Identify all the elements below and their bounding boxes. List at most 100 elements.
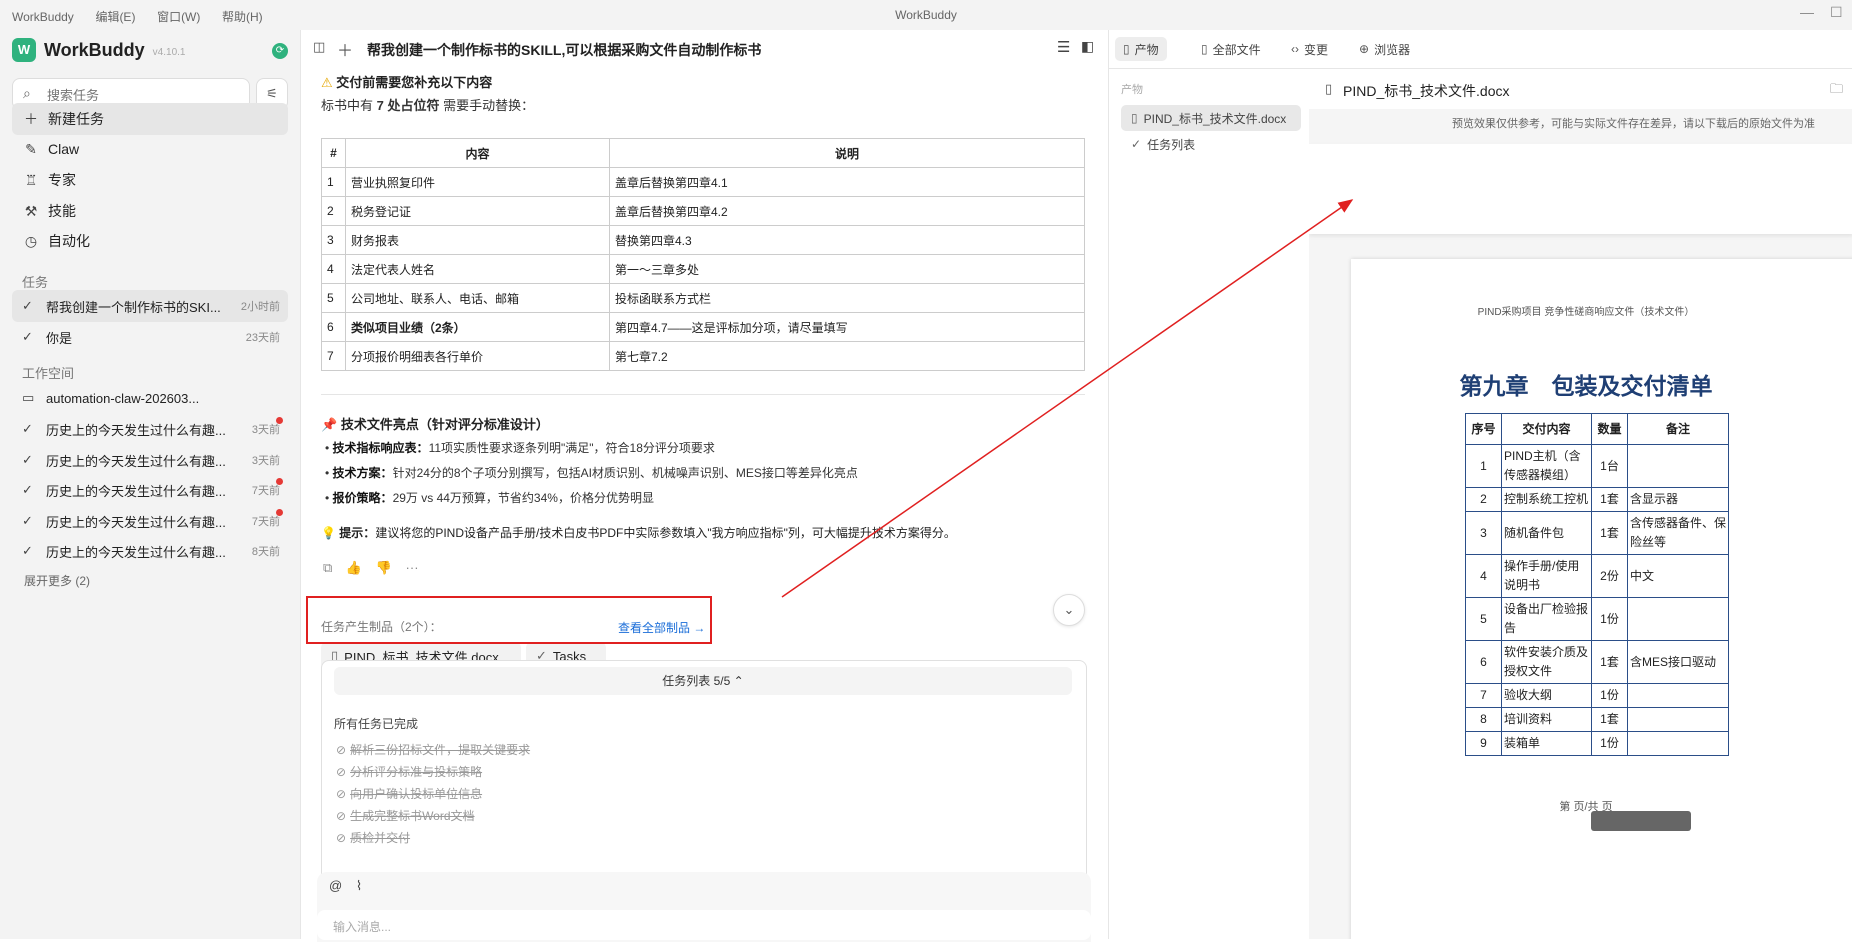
table-header: 交付内容: [1501, 413, 1592, 445]
document-icon: ▯: [1131, 111, 1138, 125]
expand-more-link[interactable]: 展开更多 (2): [24, 572, 90, 589]
scroll-down-button[interactable]: ⌄: [1053, 594, 1085, 626]
document-page: PIND采购项目 竞争性磋商响应文件（技术文件） 第九章 包装及交付清单 序号 …: [1351, 259, 1852, 939]
note-count: 7 处占位符: [376, 98, 440, 113]
plus-icon: ＋: [24, 111, 38, 127]
subtask-item: ⊘ 解析三份招标文件，提取关键要求: [336, 741, 530, 758]
highlights-heading: 📌 技术文件亮点（针对评分标准设计）: [321, 414, 549, 433]
task-list-header[interactable]: 任务列表 5/5 ⌃: [334, 667, 1072, 695]
thumbs-down-icon[interactable]: 👎: [376, 560, 392, 575]
minimize-button[interactable]: —: [1800, 4, 1814, 20]
tab-all-files[interactable]: ▯ 全部文件: [1193, 37, 1269, 61]
app-name: WorkBuddy: [44, 39, 145, 60]
nav-label: Claw: [48, 141, 80, 157]
view-all-artifacts-link[interactable]: 查看全部制品 →: [618, 619, 705, 636]
lightbulb-icon: 💡: [321, 526, 336, 540]
layout-panel-icon[interactable]: ◧: [1081, 38, 1094, 55]
tab-changes[interactable]: ‹› 变更: [1283, 37, 1336, 61]
artifact-item-tasks[interactable]: ✓ 任务列表: [1121, 131, 1301, 157]
subtask-text: 分析评分标准与投标策略: [350, 765, 483, 779]
check-circle-icon: ⊘: [336, 809, 347, 823]
table-cell: 含MES接口驱动: [1627, 640, 1729, 684]
unread-dot: [276, 478, 283, 485]
check-icon: ✓: [22, 298, 33, 313]
nav-label: 新建任务: [48, 111, 104, 127]
app-logo: W: [12, 38, 36, 62]
toggle-sidebar-icon[interactable]: ◫: [313, 39, 325, 55]
table-cell: 1份: [1591, 683, 1628, 708]
warning-icon: ⚠: [321, 75, 333, 90]
subtask-item: ⊘ 分析评分标准与投标策略: [336, 763, 482, 780]
task-title: 历史上的今天发生过什么有趣...: [46, 483, 226, 499]
tab-artifacts[interactable]: ▯ 产物: [1115, 37, 1167, 61]
copy-icon[interactable]: ⧉: [323, 560, 332, 575]
mention-icon[interactable]: @: [329, 878, 342, 893]
nav-label: 专家: [48, 172, 76, 188]
placeholder-note: 标书中有 7 处占位符 需要手动替换：: [321, 95, 534, 114]
task-title: 你是: [46, 330, 73, 346]
preview-header: ▯ PIND_标书_技术文件.docx 🗀: [1309, 69, 1852, 109]
page-number: 第 页/共 页: [1559, 801, 1613, 813]
attachment-icon[interactable]: ⌇: [356, 878, 362, 893]
check-icon: ✓: [22, 421, 33, 436]
message-input[interactable]: 输入消息...: [317, 910, 1091, 940]
table-cell: 5: [321, 283, 346, 313]
table-cell: 含传感器备件、保险丝等: [1627, 511, 1729, 555]
table-cell: [1627, 683, 1729, 708]
nav-skill[interactable]: ⚒ 技能: [12, 195, 288, 227]
workspace-task-item[interactable]: ✓ 历史上的今天发生过什么有趣... 7天前: [12, 474, 288, 506]
artifact-item-docx[interactable]: ▯ PIND_标书_技术文件.docx: [1121, 105, 1301, 131]
maximize-button[interactable]: ☐: [1830, 4, 1843, 21]
table-row: 4 法定代表人姓名 第一～三章多处: [321, 254, 1085, 284]
workspace-folder[interactable]: ▭ automation-claw-202603...: [12, 382, 288, 414]
workspace-task-item[interactable]: ✓ 历史上的今天发生过什么有趣... 3天前: [12, 413, 288, 445]
table-cell: 法定代表人姓名: [345, 254, 610, 284]
nav-automation[interactable]: ◷ 自动化: [12, 225, 288, 257]
delivery-table: 序号 交付内容 数量 备注 1 PIND主机（含传感器模组） 1台 2 控制系统工控机…: [1465, 413, 1729, 756]
task-time: 3天前: [251, 455, 280, 467]
task-list-title: 任务列表 5/5: [662, 674, 731, 688]
task-item[interactable]: ✓ 你是 23天前: [12, 321, 288, 353]
code-icon: ‹›: [1291, 42, 1299, 56]
table-row: 8 培训资料 1套: [1465, 707, 1729, 732]
globe-icon: ⊕: [1359, 42, 1370, 56]
task-time: 7天前: [251, 485, 280, 497]
note-prefix: 标书中有: [321, 98, 377, 113]
table-cell: [1627, 707, 1729, 732]
preview-toolbar[interactable]: [1591, 811, 1691, 831]
more-icon[interactable]: ···: [406, 560, 419, 575]
sliders-icon: ⚟: [266, 86, 278, 101]
workspace-task-item[interactable]: ✓ 历史上的今天发生过什么有趣... 3天前: [12, 444, 288, 476]
workspace-task-item[interactable]: ✓ 历史上的今天发生过什么有趣... 8天前: [12, 535, 288, 567]
table-cell: 随机备件包: [1501, 511, 1592, 555]
new-chat-icon[interactable]: ＋: [337, 37, 353, 61]
task-time: 8天前: [251, 546, 280, 558]
table-cell: 9: [1465, 731, 1502, 756]
folder-icon: ▭: [22, 390, 35, 405]
tip-line: 💡 提示：建议将您的PIND设备产品手册/技术白皮书PDF中实际参数填入"我方响…: [321, 524, 956, 541]
thumbs-up-icon[interactable]: 👍: [346, 560, 362, 575]
table-cell: 盖章后替换第四章4.1: [609, 167, 1085, 197]
tab-browser[interactable]: ⊕ 浏览器: [1351, 37, 1418, 61]
table-cell: [1627, 731, 1729, 756]
nav-new-task[interactable]: ＋ 新建任务: [12, 103, 288, 135]
table-cell: 6: [1465, 640, 1502, 684]
pin-icon: 📌: [321, 417, 338, 432]
nav-claw[interactable]: ✎ Claw: [12, 133, 288, 165]
nav-expert[interactable]: ♖ 专家: [12, 164, 288, 196]
task-title: 帮我创建一个制作标书的SKI...: [46, 299, 221, 315]
table-header-row: 序号 交付内容 数量 备注: [1465, 413, 1729, 445]
connection-status-icon[interactable]: ⟳: [272, 43, 288, 59]
table-header: 说明: [609, 138, 1085, 168]
table-cell: 公司地址、联系人、电话、邮箱: [345, 283, 610, 313]
table-cell: 1套: [1591, 487, 1628, 512]
table-cell: [1627, 597, 1729, 641]
table-cell: 1台: [1591, 444, 1628, 488]
menu-icon[interactable]: ☰: [1057, 38, 1070, 56]
workspace-task-item[interactable]: ✓ 历史上的今天发生过什么有趣... 7天前: [12, 505, 288, 537]
task-item[interactable]: ✓ 帮我创建一个制作标书的SKI... 2小时前: [12, 290, 288, 322]
open-folder-icon[interactable]: 🗀: [1830, 80, 1843, 102]
table-row: 1 PIND主机（含传感器模组） 1台: [1465, 444, 1729, 488]
table-cell: [1627, 444, 1729, 488]
table-row: 9 装箱单 1份: [1465, 731, 1729, 756]
